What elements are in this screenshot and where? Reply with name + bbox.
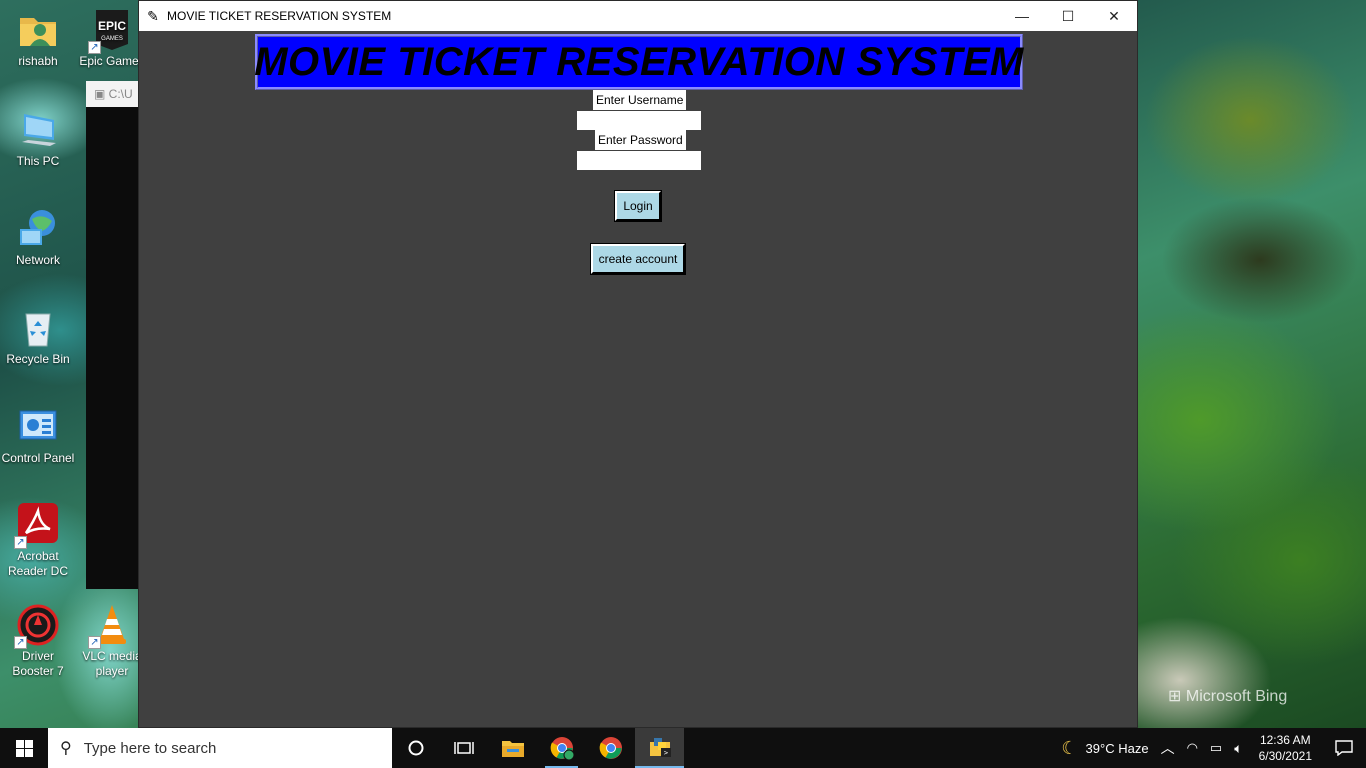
control-panel-icon xyxy=(16,405,60,449)
svg-text:GAMES: GAMES xyxy=(101,36,123,42)
network-status-button[interactable]: ◠ xyxy=(1181,728,1204,768)
console-app-icon: ▣ xyxy=(94,87,109,101)
cortana-button[interactable] xyxy=(392,728,440,768)
vlc-icon: ↗ xyxy=(88,603,134,649)
clock-date: 6/30/2021 xyxy=(1258,749,1312,763)
svg-text:EPIC: EPIC xyxy=(98,19,126,33)
volume-button[interactable]: 🔈︎ xyxy=(1228,728,1248,768)
python-tk-app-icon: > xyxy=(649,738,671,757)
desktop-icon-label: Acrobat Reader DC xyxy=(7,549,69,578)
taskbar: ⚲ Type here to search > ☾ 39°C Haze ︿ ◠ … xyxy=(0,728,1366,768)
desktop-icon-driver-booster[interactable]: ↗ Driver Booster 7 xyxy=(0,603,76,679)
battery-icon: ▭ xyxy=(1209,740,1223,755)
app-banner-title: MOVIE TICKET RESERVATION SYSTEM xyxy=(254,34,1023,90)
shortcut-arrow-icon: ↗ xyxy=(88,636,101,649)
maximize-button[interactable]: ☐ xyxy=(1045,1,1091,31)
taskbar-chrome[interactable] xyxy=(586,728,635,768)
driver-booster-icon: ↗ xyxy=(14,603,60,649)
password-label: Enter Password xyxy=(595,130,686,150)
desktop-icon-label: Recycle Bin xyxy=(6,352,70,366)
epic-games-icon: EPIC GAMES ↗ xyxy=(88,8,134,54)
svg-text:>: > xyxy=(663,749,667,757)
shortcut-arrow-icon: ↗ xyxy=(14,536,27,549)
notification-icon xyxy=(1335,740,1353,756)
moon-cloud-icon: ☾ xyxy=(1061,737,1078,758)
task-view-icon xyxy=(454,742,474,754)
system-tray: ☾ 39°C Haze ︿ ◠ ▭ 🔈︎ 12:36 AM 6/30/2021 xyxy=(1055,728,1366,768)
wifi-icon: ◠ xyxy=(1186,740,1198,755)
desktop-icon-this-pc[interactable]: This PC xyxy=(0,108,76,169)
cortana-circle-icon xyxy=(408,740,424,756)
search-icon: ⚲ xyxy=(60,740,72,757)
window-title: MOVIE TICKET RESERVATION SYSTEM xyxy=(167,9,392,23)
app-window: ✎ MOVIE TICKET RESERVATION SYSTEM — ☐ ✕ … xyxy=(138,0,1138,728)
acrobat-icon: ↗ xyxy=(14,503,60,549)
shortcut-arrow-icon: ↗ xyxy=(14,636,27,649)
desktop-icon-label: This PC xyxy=(16,154,60,168)
desktop-icon-recycle-bin[interactable]: Recycle Bin xyxy=(0,306,76,367)
username-label: Enter Username xyxy=(593,90,687,110)
login-button[interactable]: Login xyxy=(614,190,662,222)
show-hidden-icons-button[interactable]: ︿ xyxy=(1155,728,1181,768)
watermark-text: Microsoft Bing xyxy=(1185,688,1288,705)
console-titlebar[interactable]: ▣ C:\U xyxy=(86,81,138,107)
password-field[interactable] xyxy=(577,151,701,170)
file-explorer-icon xyxy=(501,741,524,757)
desktop-icon-label: Network xyxy=(15,253,60,267)
desktop-icon-acrobat-reader[interactable]: ↗ Acrobat Reader DC xyxy=(0,503,76,579)
taskbar-chrome-profile[interactable] xyxy=(537,728,586,768)
weather-text: 39°C Haze xyxy=(1085,740,1149,756)
taskbar-python-app[interactable]: > xyxy=(635,728,684,768)
desktop-icon-network[interactable]: Network xyxy=(0,207,76,268)
windows-logo-icon: ⊞ xyxy=(1168,688,1186,705)
recycle-bin-icon xyxy=(16,306,60,350)
desktop-icon-label: Driver Booster 7 xyxy=(12,649,64,678)
action-center-button[interactable] xyxy=(1322,728,1366,768)
username-field[interactable] xyxy=(577,111,701,130)
console-title: C:\U xyxy=(108,87,133,101)
taskbar-file-explorer[interactable] xyxy=(488,728,537,768)
minimize-button[interactable]: — xyxy=(999,1,1045,31)
taskbar-search-box[interactable]: ⚲ Type here to search xyxy=(48,728,392,768)
desktop-icon-user-folder[interactable]: rishabh xyxy=(0,8,76,69)
start-button[interactable] xyxy=(0,728,48,768)
microsoft-bing-watermark: ⊞ Microsoft Bing xyxy=(1168,686,1287,706)
chevron-up-icon: ︿ xyxy=(1160,740,1175,756)
close-button[interactable]: ✕ xyxy=(1091,1,1137,31)
create-account-button[interactable]: create account xyxy=(590,243,686,275)
user-folder-icon xyxy=(16,8,60,52)
chrome-profile-icon xyxy=(550,737,574,760)
chrome-icon xyxy=(599,737,622,759)
weather-widget[interactable]: ☾ 39°C Haze xyxy=(1055,728,1154,768)
tk-feather-icon: ✎ xyxy=(147,7,159,24)
taskbar-clock[interactable]: 12:36 AM 6/30/2021 xyxy=(1249,732,1322,764)
windows-start-icon xyxy=(15,739,33,757)
desktop-icon-control-panel[interactable]: Control Panel xyxy=(0,405,76,466)
window-titlebar[interactable]: ✎ MOVIE TICKET RESERVATION SYSTEM — ☐ ✕ xyxy=(139,1,1137,31)
search-placeholder: Type here to search xyxy=(83,739,217,757)
desktop-icon-label: rishabh xyxy=(18,54,58,68)
clock-time: 12:36 AM xyxy=(1259,733,1311,747)
network-icon xyxy=(16,207,60,251)
computer-icon xyxy=(16,108,60,152)
app-client-area: MOVIE TICKET RESERVATION SYSTEM Enter Us… xyxy=(139,31,1137,729)
shortcut-arrow-icon: ↗ xyxy=(88,41,101,54)
speaker-icon: 🔈︎ xyxy=(1234,739,1243,756)
desktop-icon-label: Control Panel xyxy=(1,451,75,465)
task-view-button[interactable] xyxy=(440,728,488,768)
background-console-window[interactable]: ▣ C:\U xyxy=(86,81,138,589)
battery-status-button[interactable]: ▭ xyxy=(1204,728,1228,768)
